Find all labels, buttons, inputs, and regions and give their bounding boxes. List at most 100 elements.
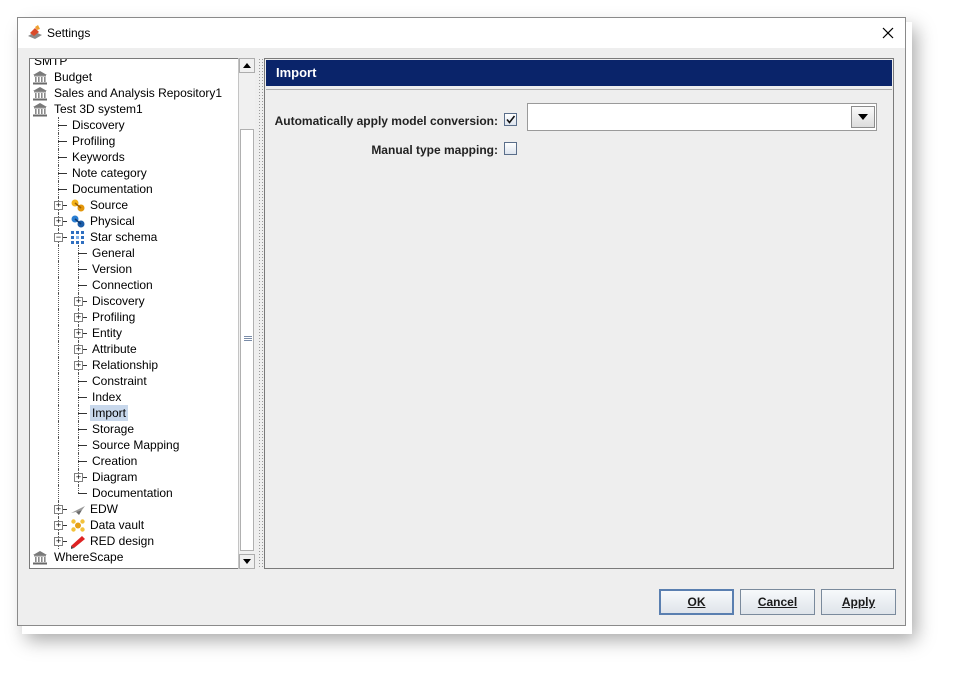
tree-item-label: Version [92, 262, 133, 276]
tree-item-label: SMTP [34, 58, 68, 68]
tree-item-label: Creation [92, 454, 138, 468]
tree-item-label: Star schema [90, 230, 158, 244]
tree-guide-line [58, 173, 67, 174]
tree-guide-line [58, 261, 59, 277]
tree-item-label: General [92, 246, 135, 260]
bank-icon [32, 102, 48, 117]
tree-item[interactable]: + Entity [30, 325, 250, 341]
tree-guide-line [58, 245, 59, 261]
tree-guide-line [58, 405, 59, 421]
tree-guide-line [78, 445, 87, 446]
tree-item[interactable]: SMTP [30, 58, 250, 69]
expand-icon[interactable]: + [54, 537, 63, 546]
expand-icon[interactable]: + [74, 345, 83, 354]
tree-item[interactable]: − Star schema [30, 229, 250, 245]
tree-item[interactable]: + Source [30, 197, 250, 213]
tree-item[interactable]: General [30, 245, 250, 261]
auto-convert-label: Automatically apply model conversion: [274, 114, 498, 128]
tree-item[interactable]: + Diagram [30, 469, 250, 485]
chevron-down-icon [858, 114, 868, 120]
conversion-dropdown-button[interactable] [851, 106, 875, 128]
tree-item[interactable]: WhereScape [30, 549, 250, 565]
edw-icon [70, 502, 86, 517]
settings-tree[interactable]: SMTP Budget Sales and Analysis Repository1… [29, 58, 255, 569]
tree-item[interactable]: Budget [30, 69, 250, 85]
tree-guide-line [58, 157, 67, 158]
tree-item[interactable]: + RED design [30, 533, 250, 549]
tree-item[interactable]: + Data vault [30, 517, 250, 533]
tree-guide-line [58, 309, 59, 325]
tree-guide-line [78, 485, 79, 493]
expand-icon[interactable]: + [54, 217, 63, 226]
expand-icon[interactable]: + [74, 473, 83, 482]
auto-convert-checkbox[interactable] [504, 113, 517, 126]
expand-icon[interactable]: + [74, 297, 83, 306]
apply-button[interactable]: Apply [821, 589, 896, 615]
tree-guide-line [58, 469, 59, 485]
tree-item-label: Keywords [72, 150, 125, 164]
tree-guide-line [58, 453, 59, 469]
star-schema-icon [70, 230, 86, 245]
grip-icon [244, 336, 252, 341]
tree-item[interactable]: Documentation [30, 181, 250, 197]
ok-button[interactable]: OK [659, 589, 734, 615]
tree-item[interactable]: Version [30, 261, 250, 277]
cancel-button[interactable]: Cancel [740, 589, 815, 615]
tree-item[interactable]: Sales and Analysis Repository1 [30, 85, 250, 101]
tree-guide-line [58, 421, 59, 437]
scroll-down-button[interactable] [239, 554, 255, 569]
tree-item-label: Source Mapping [92, 438, 180, 452]
tree-item-label: Discovery [92, 294, 145, 308]
tree-item[interactable]: + Relationship [30, 357, 250, 373]
title-bar[interactable]: Settings [18, 18, 905, 48]
manual-mapping-checkbox[interactable] [504, 142, 517, 155]
manual-mapping-label: Manual type mapping: [371, 143, 498, 157]
tree-item[interactable]: Documentation [30, 485, 250, 501]
scroll-up-button[interactable] [239, 58, 255, 73]
source-icon [70, 198, 86, 213]
tree-item[interactable]: Connection [30, 277, 250, 293]
tree-guide-line [58, 373, 59, 389]
tree-item-label: Sales and Analysis Repository1 [54, 86, 223, 100]
tree-item[interactable]: Index [30, 389, 250, 405]
tree-item[interactable]: Keywords [30, 149, 250, 165]
expand-icon[interactable]: + [54, 521, 63, 530]
tree-item[interactable]: + Attribute [30, 341, 250, 357]
tree-item[interactable]: Import [30, 405, 250, 421]
conversion-select[interactable] [527, 103, 877, 131]
expand-icon[interactable]: + [74, 361, 83, 370]
tree-item[interactable]: Storage [30, 421, 250, 437]
tree-item[interactable]: Constraint [30, 373, 250, 389]
tree-item[interactable]: + EDW [30, 501, 250, 517]
tree-item[interactable]: Discovery [30, 117, 250, 133]
tree-item-label: Connection [92, 278, 153, 292]
tree-item[interactable]: Source Mapping [30, 437, 250, 453]
expand-icon[interactable]: + [74, 329, 83, 338]
tree-item[interactable]: + Discovery [30, 293, 250, 309]
tree-scrollbar[interactable] [238, 58, 255, 569]
red-design-icon [70, 534, 86, 549]
tree-guide-line [78, 269, 87, 270]
expand-icon[interactable]: + [74, 313, 83, 322]
expand-icon[interactable]: + [54, 201, 63, 210]
tree-item-label: Budget [54, 70, 93, 84]
tree-item[interactable]: + Physical [30, 213, 250, 229]
tree-guide-line [58, 325, 59, 341]
tree-item-label: Import [90, 405, 129, 421]
expand-icon[interactable]: + [54, 505, 63, 514]
check-icon [506, 115, 516, 124]
tree-item[interactable]: Test 3D system1 [30, 101, 250, 117]
close-button[interactable] [871, 18, 905, 48]
collapse-icon[interactable]: − [54, 233, 63, 242]
tree-item-label: RED design [90, 534, 155, 548]
tree-item[interactable]: Creation [30, 453, 250, 469]
scroll-thumb[interactable] [240, 129, 254, 551]
tree-guide-line [58, 125, 67, 126]
tree-item-label: Entity [92, 326, 123, 340]
tree-guide-line [78, 429, 87, 430]
tree-item-label: Source [90, 198, 129, 212]
tree-item[interactable]: Note category [30, 165, 250, 181]
tree-item[interactable]: Profiling [30, 133, 250, 149]
tree-item-label: Storage [92, 422, 135, 436]
tree-item[interactable]: + Profiling [30, 309, 250, 325]
